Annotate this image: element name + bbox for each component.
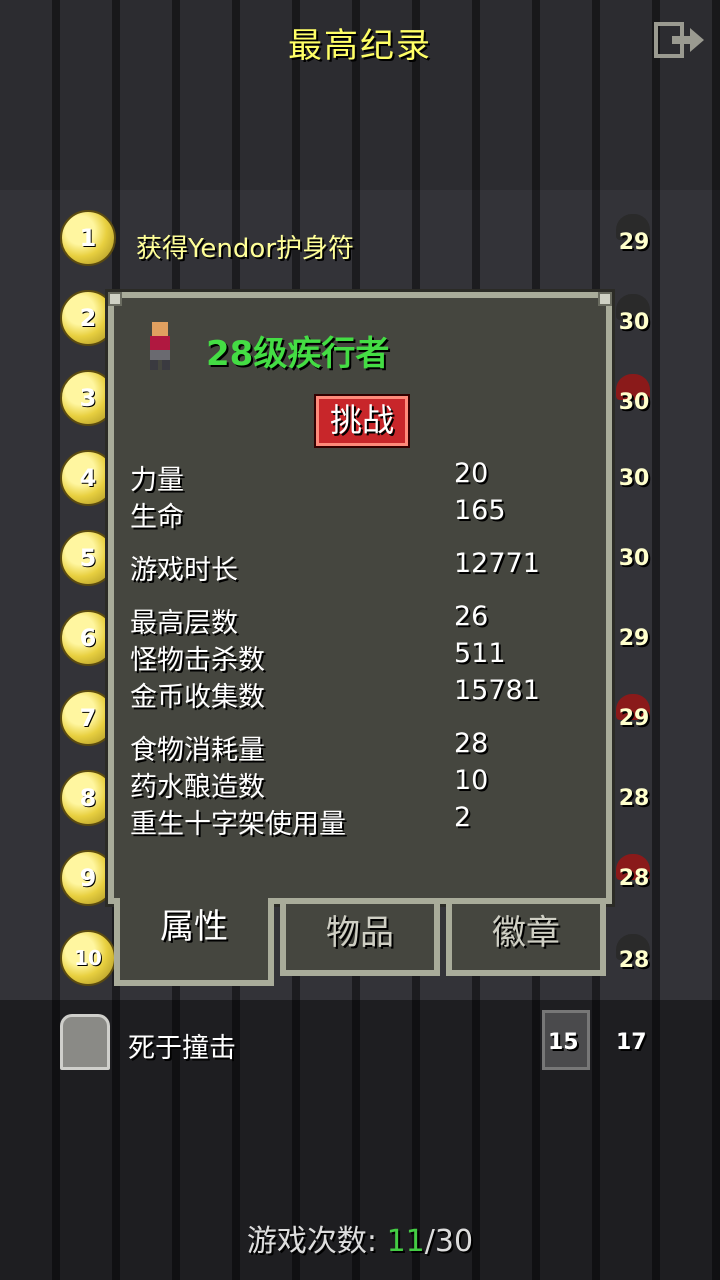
rivet — [598, 292, 612, 306]
level-badge: 29 — [618, 230, 650, 255]
stat-label: 药水酿造数 — [130, 772, 265, 803]
death-cause-text[interactable]: 死于撞击 — [128, 1026, 236, 1065]
level-badge: 29 — [618, 706, 650, 731]
stat-value: 165 — [454, 495, 506, 526]
tab-attributes[interactable]: 属性 — [114, 898, 274, 986]
stat-value: 511 — [454, 638, 506, 669]
stat-label: 最高层数 — [130, 608, 238, 639]
hero-avatar-icon — [140, 320, 180, 372]
stat-label: 食物消耗量 — [130, 735, 265, 766]
level-badge: 28 — [618, 866, 650, 891]
depth-value: 15 — [548, 1030, 579, 1055]
exit-icon[interactable] — [654, 20, 706, 60]
games-total: 30 — [434, 1224, 474, 1259]
games-current: 11 — [386, 1224, 425, 1259]
tab-badges[interactable]: 徽章 — [446, 898, 606, 976]
games-separator: / — [424, 1224, 435, 1259]
stat-label: 生命 — [130, 502, 184, 533]
tombstone-icon — [60, 1014, 110, 1070]
stat-value: 26 — [454, 601, 489, 632]
stat-value: 28 — [454, 728, 489, 759]
games-played: 游戏次数: 11/30 — [0, 1216, 720, 1260]
stat-label: 重生十字架使用量 — [130, 809, 346, 840]
hero-name: 28级疾行者 — [206, 334, 390, 374]
level-badge: 30 — [618, 310, 650, 335]
hero-detail-dialog: 28级疾行者 挑战 力量 20 生命 165 游戏时长 12771 最高层数 2… — [108, 292, 612, 904]
rivet — [108, 292, 122, 306]
rank-medal: 1 — [60, 210, 116, 266]
ranking-row[interactable]: 1 获得Yendor护身符 29 — [0, 206, 720, 276]
rank-medal: 10 — [60, 930, 116, 986]
level-badge: 17 — [616, 1030, 647, 1055]
stat-value: 2 — [454, 802, 472, 833]
stat-label: 游戏时长 — [130, 555, 238, 586]
ranking-text: 获得Yendor护身符 — [136, 234, 355, 264]
stat-value: 12771 — [454, 548, 540, 579]
level-badge: 28 — [618, 786, 650, 811]
tab-items[interactable]: 物品 — [280, 898, 440, 976]
level-badge: 28 — [618, 948, 650, 973]
games-label: 游戏次数: — [246, 1224, 378, 1259]
page-title: 最高纪录 — [288, 26, 432, 66]
level-badge: 30 — [618, 546, 650, 571]
stat-value: 20 — [454, 458, 489, 489]
level-badge: 30 — [618, 466, 650, 491]
stat-label: 金币收集数 — [130, 682, 265, 713]
stat-value: 15781 — [454, 675, 540, 706]
challenge-button[interactable]: 挑战 — [316, 396, 408, 446]
stat-label: 怪物击杀数 — [130, 645, 265, 676]
stat-label: 力量 — [130, 465, 184, 496]
level-badge: 29 — [618, 626, 650, 651]
level-badge: 30 — [618, 390, 650, 415]
stat-value: 10 — [454, 765, 489, 796]
